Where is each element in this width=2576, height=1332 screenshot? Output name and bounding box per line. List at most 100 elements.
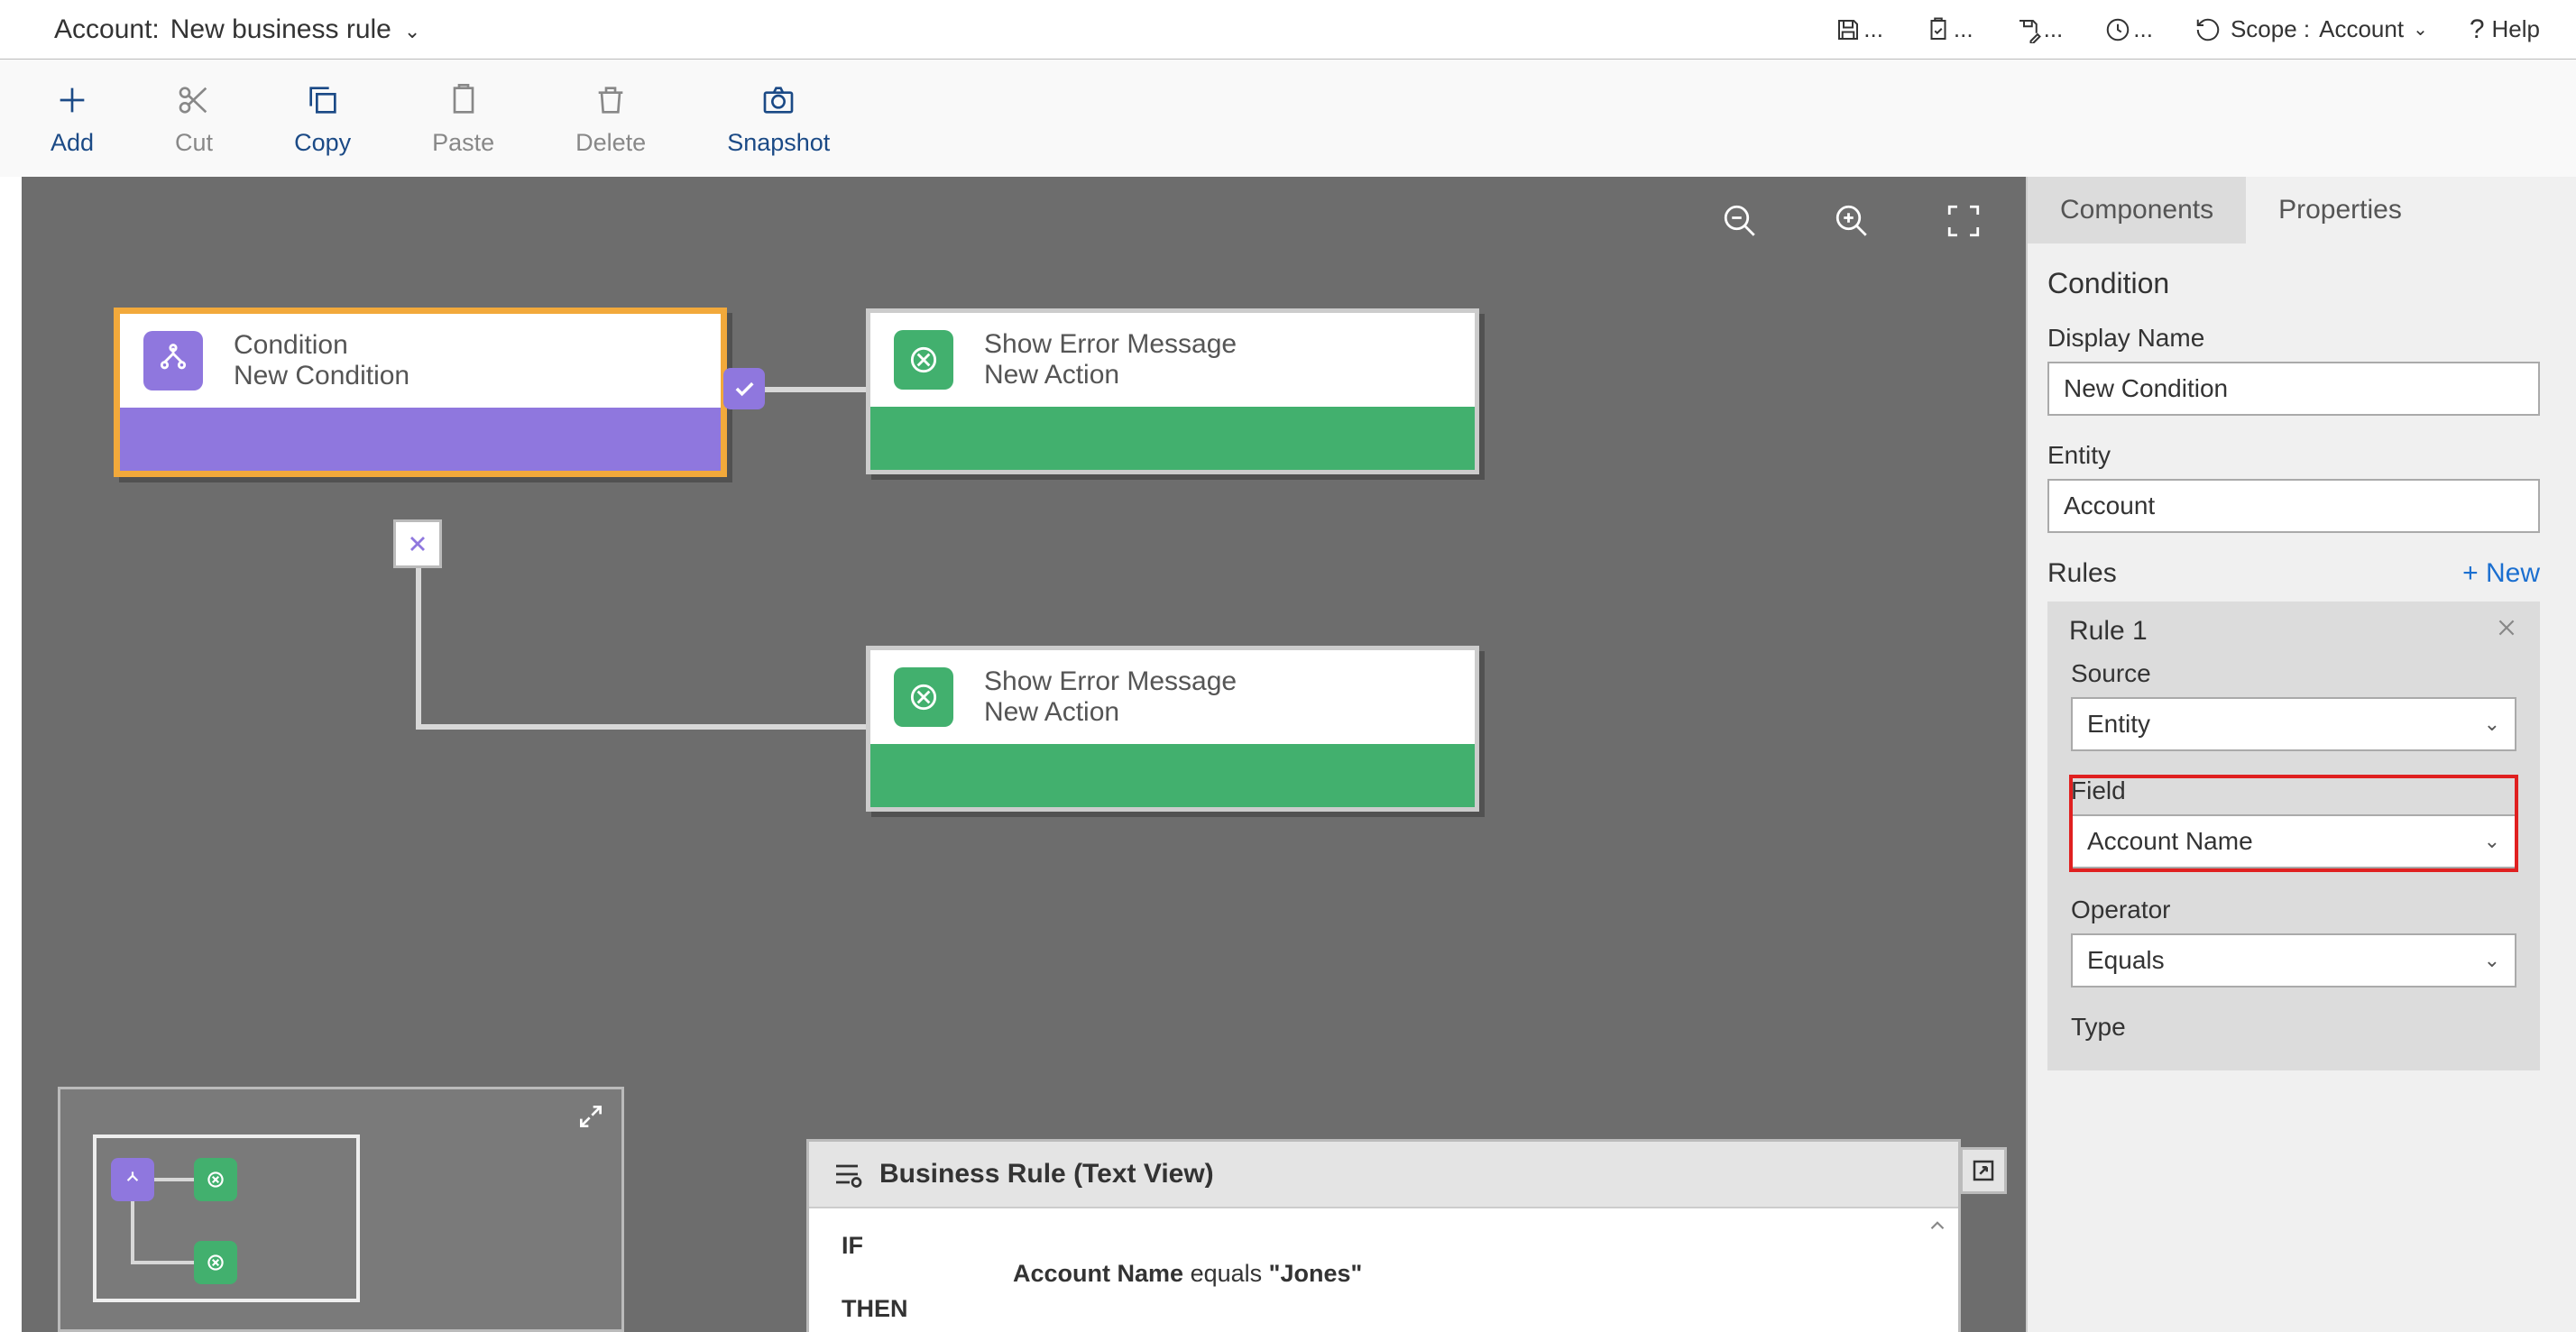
node-subtitle: New Action bbox=[984, 697, 1237, 728]
scope-selector[interactable]: Scope : Account ⌄ bbox=[2194, 15, 2428, 43]
text-view-body: IF Account Name equals "Jones" THEN bbox=[809, 1208, 1958, 1332]
minimap[interactable] bbox=[58, 1087, 624, 1332]
help-label: Help bbox=[2492, 15, 2540, 43]
title-entity-label: Account: bbox=[54, 14, 160, 45]
title-bar: Account: New business rule ⌄ ... ... ...… bbox=[0, 0, 2576, 60]
trash-icon bbox=[593, 82, 629, 118]
source-select[interactable]: Entity ⌄ bbox=[2071, 697, 2516, 751]
condition-icon bbox=[143, 331, 203, 390]
text-view-popout-button[interactable] bbox=[1960, 1147, 2007, 1194]
add-button[interactable]: Add bbox=[51, 82, 94, 157]
copy-button[interactable]: Copy bbox=[294, 82, 351, 157]
display-name-label: Display Name bbox=[2047, 324, 2540, 353]
chevron-up-icon bbox=[1926, 1214, 1949, 1237]
text-view-panel: Business Rule (Text View) IF Account Nam… bbox=[806, 1139, 1961, 1332]
chevron-down-icon: ⌄ bbox=[2413, 18, 2428, 41]
rule-title-dropdown[interactable]: Account: New business rule ⌄ bbox=[54, 14, 420, 45]
source-label: Source bbox=[2071, 659, 2516, 688]
field-select[interactable]: Account Name ⌄ bbox=[2071, 814, 2516, 868]
question-icon: ? bbox=[2470, 14, 2485, 45]
field-label: Field bbox=[2071, 776, 2516, 805]
list-settings-icon bbox=[831, 1158, 863, 1190]
node-title: Show Error Message bbox=[984, 666, 1237, 697]
add-label: Add bbox=[51, 129, 94, 157]
rules-label: Rules bbox=[2047, 558, 2117, 589]
node-subtitle: New Action bbox=[984, 360, 1237, 390]
clock-icon bbox=[2104, 16, 2131, 43]
delete-label: Delete bbox=[575, 129, 646, 157]
close-icon bbox=[2495, 616, 2518, 639]
paste-label: Paste bbox=[432, 129, 494, 157]
node-title: Show Error Message bbox=[984, 329, 1237, 360]
chevron-down-icon: ⌄ bbox=[2484, 949, 2500, 972]
scope-label: Scope : bbox=[2231, 15, 2310, 43]
scope-value: Account bbox=[2319, 15, 2404, 43]
cut-button[interactable]: Cut bbox=[175, 82, 213, 157]
new-rule-button[interactable]: + New bbox=[2462, 558, 2540, 589]
stmt-val: "Jones" bbox=[1269, 1260, 1363, 1287]
design-canvas[interactable]: Condition New Condition Show Error Messa… bbox=[22, 177, 2026, 1332]
camera-icon bbox=[760, 82, 796, 118]
type-label: Type bbox=[2071, 1013, 2516, 1042]
field-group-highlighted: Field Account Name ⌄ bbox=[2071, 776, 2516, 870]
if-statement: Account Name equals "Jones" bbox=[1013, 1260, 1926, 1288]
rule-1-title: Rule 1 bbox=[2069, 616, 2148, 647]
false-branch-badge[interactable] bbox=[393, 519, 442, 568]
display-name-input[interactable] bbox=[2047, 362, 2540, 416]
rule-1-box: Rule 1 Source Entity ⌄ Field bbox=[2047, 602, 2540, 1070]
action-footer bbox=[870, 407, 1475, 470]
clipboard-check-icon bbox=[1925, 16, 1952, 43]
node-title: Condition bbox=[234, 330, 409, 361]
save-icon bbox=[1835, 16, 1862, 43]
stmt-op: equals bbox=[1191, 1260, 1263, 1287]
side-panel: Components Properties Condition Display … bbox=[2026, 177, 2576, 1332]
check-icon bbox=[731, 376, 757, 401]
action-node-2[interactable]: Show Error Message New Action bbox=[866, 646, 1479, 812]
operator-value: Equals bbox=[2087, 946, 2165, 975]
help-link[interactable]: ? Help bbox=[2470, 14, 2540, 45]
minimap-lines bbox=[60, 1089, 621, 1329]
tab-components[interactable]: Components bbox=[2028, 177, 2246, 243]
action-footer bbox=[870, 744, 1475, 807]
error-action-icon bbox=[894, 667, 953, 727]
condition-footer bbox=[120, 408, 721, 471]
history-icon bbox=[2194, 16, 2222, 43]
save-as-menu[interactable]: ... bbox=[2015, 15, 2064, 43]
x-icon bbox=[405, 531, 430, 556]
popout-icon bbox=[1970, 1157, 1997, 1184]
action-toolbar: Add Cut Copy Paste Delete Snapshot bbox=[0, 60, 2576, 177]
true-branch-badge[interactable] bbox=[723, 368, 765, 409]
delete-button[interactable]: Delete bbox=[575, 82, 646, 157]
stmt-field: Account Name bbox=[1013, 1260, 1183, 1287]
text-view-title: Business Rule (Text View) bbox=[879, 1159, 1214, 1190]
condition-node[interactable]: Condition New Condition bbox=[114, 308, 727, 477]
chevron-down-icon: ⌄ bbox=[2484, 712, 2500, 736]
cut-label: Cut bbox=[175, 129, 213, 157]
action-node-1[interactable]: Show Error Message New Action bbox=[866, 308, 1479, 474]
plus-icon bbox=[54, 82, 90, 118]
save-menu[interactable]: ... bbox=[1835, 15, 1883, 43]
error-action-icon bbox=[894, 330, 953, 390]
source-value: Entity bbox=[2087, 710, 2150, 739]
scroll-up-button[interactable] bbox=[1926, 1214, 1953, 1241]
operator-select[interactable]: Equals ⌄ bbox=[2071, 933, 2516, 988]
scissors-icon bbox=[176, 82, 212, 118]
if-keyword: IF bbox=[842, 1232, 1926, 1260]
copy-icon bbox=[305, 82, 341, 118]
clipboard-icon bbox=[446, 82, 482, 118]
tab-properties[interactable]: Properties bbox=[2246, 177, 2434, 243]
title-rule-name: New business rule bbox=[170, 14, 391, 45]
paste-button[interactable]: Paste bbox=[432, 82, 494, 157]
entity-label: Entity bbox=[2047, 441, 2540, 470]
save-pencil-icon bbox=[2015, 16, 2042, 43]
node-subtitle: New Condition bbox=[234, 361, 409, 391]
snapshot-button[interactable]: Snapshot bbox=[727, 82, 830, 157]
rule-delete-button[interactable] bbox=[2495, 616, 2518, 647]
validate-menu[interactable]: ... bbox=[1925, 15, 1973, 43]
activate-menu[interactable]: ... bbox=[2104, 15, 2153, 43]
chevron-down-icon: ⌄ bbox=[404, 20, 420, 43]
chevron-down-icon: ⌄ bbox=[2484, 830, 2500, 853]
text-view-header[interactable]: Business Rule (Text View) bbox=[809, 1142, 1958, 1208]
operator-label: Operator bbox=[2071, 896, 2516, 924]
entity-input[interactable] bbox=[2047, 479, 2540, 533]
